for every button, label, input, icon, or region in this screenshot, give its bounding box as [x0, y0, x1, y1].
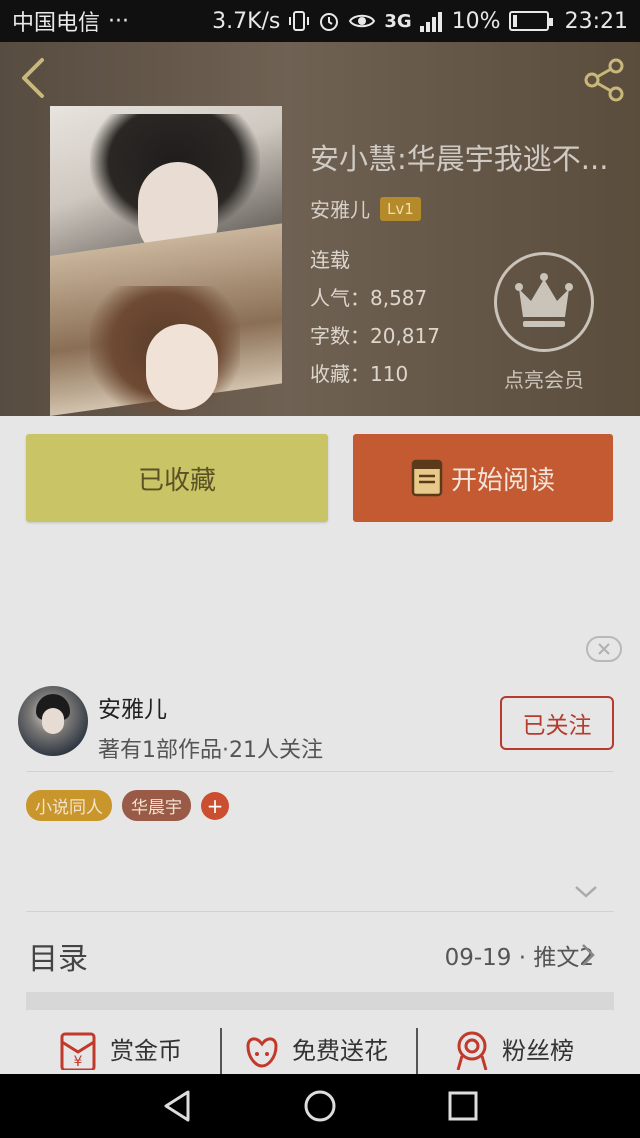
reward-coins-label: 赏金币 [110, 1036, 182, 1065]
author-avatar[interactable] [18, 686, 88, 756]
author-card-info: 著有1部作品·21人关注 [98, 738, 323, 763]
expand-button[interactable] [574, 884, 598, 900]
medal-icon [456, 1031, 488, 1070]
carrier-label: 中国电信 [12, 11, 101, 36]
catalog-arrow[interactable] [580, 942, 596, 968]
add-tag-button[interactable]: + [201, 791, 229, 820]
battery-icon [508, 11, 553, 31]
alarm-icon [318, 10, 340, 32]
book-author-row: 安雅儿 Lv1 [310, 194, 421, 223]
crown-icon [515, 273, 573, 327]
back-button[interactable] [14, 56, 54, 100]
start-reading-label: 开始阅读 [450, 465, 555, 496]
nav-home-button[interactable] [300, 1088, 340, 1124]
book-cover[interactable] [50, 106, 282, 416]
nav-recents-button[interactable] [442, 1088, 482, 1124]
book-status: 连载 [310, 248, 350, 272]
network-speed: 3.7K/s [212, 8, 281, 34]
vip-button[interactable] [494, 252, 594, 352]
collected-button[interactable]: 已收藏 [26, 434, 328, 522]
share-icon [584, 58, 624, 102]
divider [26, 911, 614, 912]
status-bar: 中国电信 ··· 3.7K/s 3G 10% 23:21 [0, 0, 640, 42]
level-badge: Lv1 [380, 196, 421, 221]
start-reading-button[interactable]: 开始阅读 [353, 434, 613, 522]
follow-button[interactable]: 已关注 [500, 696, 614, 750]
collections-label: 收藏： [310, 362, 370, 386]
bottom-action-row: ¥ 赏金币 免费送花 粉丝榜 [0, 1022, 640, 1074]
book-word-count: 字数：20,817 [310, 320, 440, 349]
tag-list: 小说同人 华晨宇 + [26, 790, 229, 821]
catalog-label[interactable]: 目录 [28, 934, 88, 978]
catalog-latest-update[interactable]: 09-19 · 推文2 [445, 938, 594, 972]
flower-icon [246, 1037, 278, 1068]
fan-ranking-label: 粉丝榜 [502, 1036, 574, 1065]
vibrate-icon [288, 10, 310, 32]
chevron-right-icon [582, 944, 595, 966]
battery-percent: 10% [451, 8, 501, 34]
clock: 23:21 [564, 8, 628, 34]
book-popularity: 人气：8,587 [310, 282, 427, 311]
close-icon [598, 643, 610, 655]
divider [26, 771, 614, 772]
chevron-left-icon [22, 58, 44, 98]
book-header: 安小慧:华晨宇我逃不... 安雅儿 Lv1 连载 人气：8,587 字数：20,… [0, 42, 640, 416]
send-flower-button[interactable]: 免费送花 [242, 1022, 388, 1074]
triangle-back-icon [164, 1090, 190, 1122]
send-flower-label: 免费送花 [292, 1036, 388, 1065]
nav-back-button[interactable] [158, 1088, 198, 1124]
red-envelope-icon: ¥ [60, 1032, 96, 1070]
circle-home-icon [304, 1090, 336, 1122]
close-ad-button[interactable] [586, 636, 622, 662]
collections-value: 110 [370, 362, 409, 386]
svg-text:¥: ¥ [74, 1054, 83, 1070]
reward-coins-button[interactable]: ¥ 赏金币 [56, 1022, 182, 1074]
section-separator [26, 992, 614, 1010]
tag-item[interactable]: 华晨宇 [122, 790, 191, 821]
chevron-down-icon [575, 886, 597, 898]
eye-icon [348, 11, 376, 31]
system-nav-bar [0, 1074, 640, 1138]
book-author[interactable]: 安雅儿 [310, 194, 370, 223]
book-collections: 收藏：110 [310, 358, 408, 387]
signal-icon [419, 10, 444, 32]
words-label: 字数： [310, 324, 370, 348]
tag-item[interactable]: 小说同人 [26, 790, 112, 821]
author-card-name[interactable]: 安雅儿 [98, 690, 167, 724]
fan-ranking-button[interactable]: 粉丝榜 [452, 1022, 574, 1074]
separator [416, 1028, 418, 1074]
notification-dots: ··· [108, 8, 129, 34]
square-recents-icon [448, 1091, 478, 1121]
words-value: 20,817 [370, 324, 440, 348]
popularity-label: 人气： [310, 286, 370, 310]
share-button[interactable] [580, 56, 628, 104]
book-icon [411, 459, 443, 497]
separator [220, 1028, 222, 1074]
vip-label: 点亮会员 [504, 368, 584, 392]
network-type: 3G [384, 10, 412, 32]
popularity-value: 8,587 [370, 286, 428, 310]
book-title: 安小慧:华晨宇我逃不... [310, 142, 609, 176]
